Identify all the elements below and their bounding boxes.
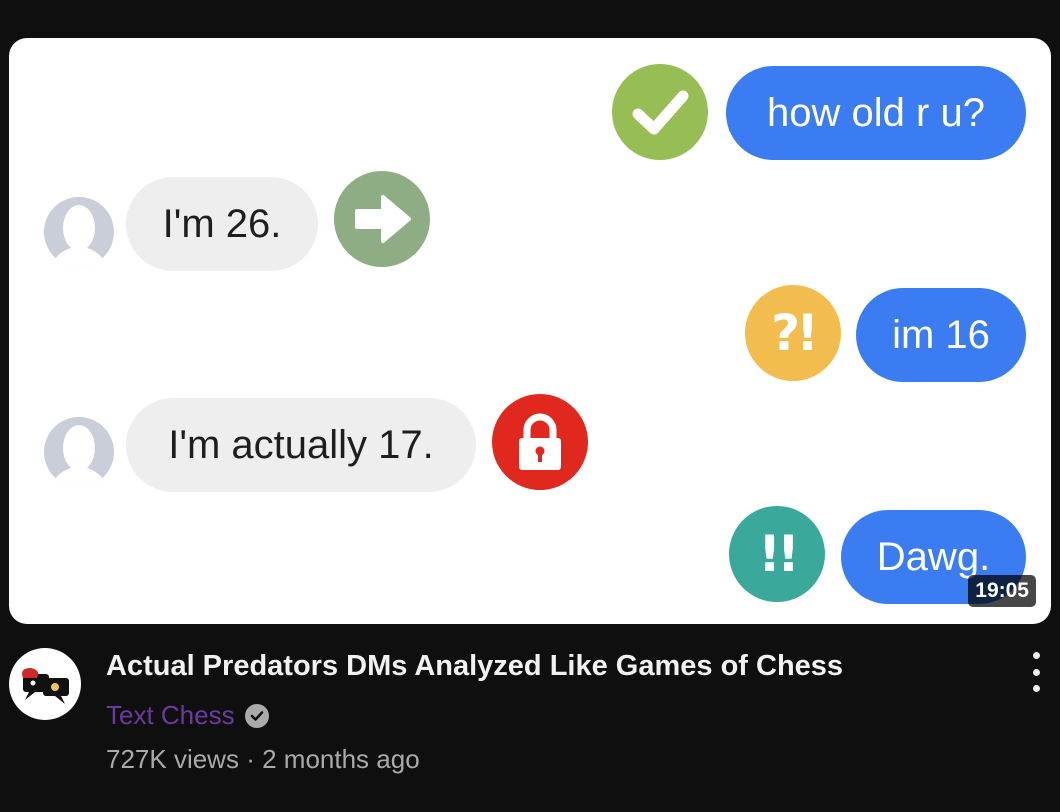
double-exclamation-icon: !! (758, 525, 800, 583)
message-text: I'm actually 17. (168, 422, 434, 467)
message-text: how old r u? (767, 90, 985, 135)
message-text: I'm 26. (162, 201, 282, 246)
arrow-right-icon (355, 195, 411, 243)
duration-badge: 19:05 (968, 575, 1036, 607)
video-thumbnail[interactable]: how old r u? I'm 26. ?! im 16 I'm actual… (9, 38, 1051, 624)
interrobang-icon: ?! (771, 304, 819, 362)
video-metadata: 727K views · 2 months ago (106, 744, 420, 775)
double-exclamation-badge: !! (729, 506, 825, 602)
channel-row: Text Chess (106, 700, 269, 731)
checkmark-icon (632, 90, 689, 135)
contact-avatar (44, 197, 114, 267)
channel-name[interactable]: Text Chess (106, 700, 235, 731)
upload-age: 2 months ago (262, 744, 420, 774)
meta-separator: · (246, 744, 255, 774)
lock-icon (519, 413, 561, 470)
lock-badge (492, 394, 588, 490)
verified-icon (244, 703, 269, 728)
checkmark-badge (612, 64, 708, 160)
outgoing-message: how old r u? (726, 66, 1026, 160)
incoming-message: I'm 26. (126, 177, 318, 271)
outgoing-message: im 16 (856, 288, 1026, 382)
message-text: im 16 (892, 312, 990, 357)
view-count: 727K views (106, 744, 239, 774)
interrobang-badge: ?! (745, 285, 841, 381)
arrow-badge (334, 171, 430, 267)
channel-avatar[interactable] (9, 648, 81, 720)
more-options-button[interactable] (1022, 652, 1050, 692)
video-title[interactable]: Actual Predators DMs Analyzed Like Games… (106, 650, 843, 683)
contact-avatar (44, 417, 114, 487)
message-text: Dawg. (876, 534, 991, 579)
channel-logo-icon (22, 668, 69, 704)
more-vert-icon (1032, 652, 1040, 659)
incoming-message: I'm actually 17. (126, 398, 476, 492)
